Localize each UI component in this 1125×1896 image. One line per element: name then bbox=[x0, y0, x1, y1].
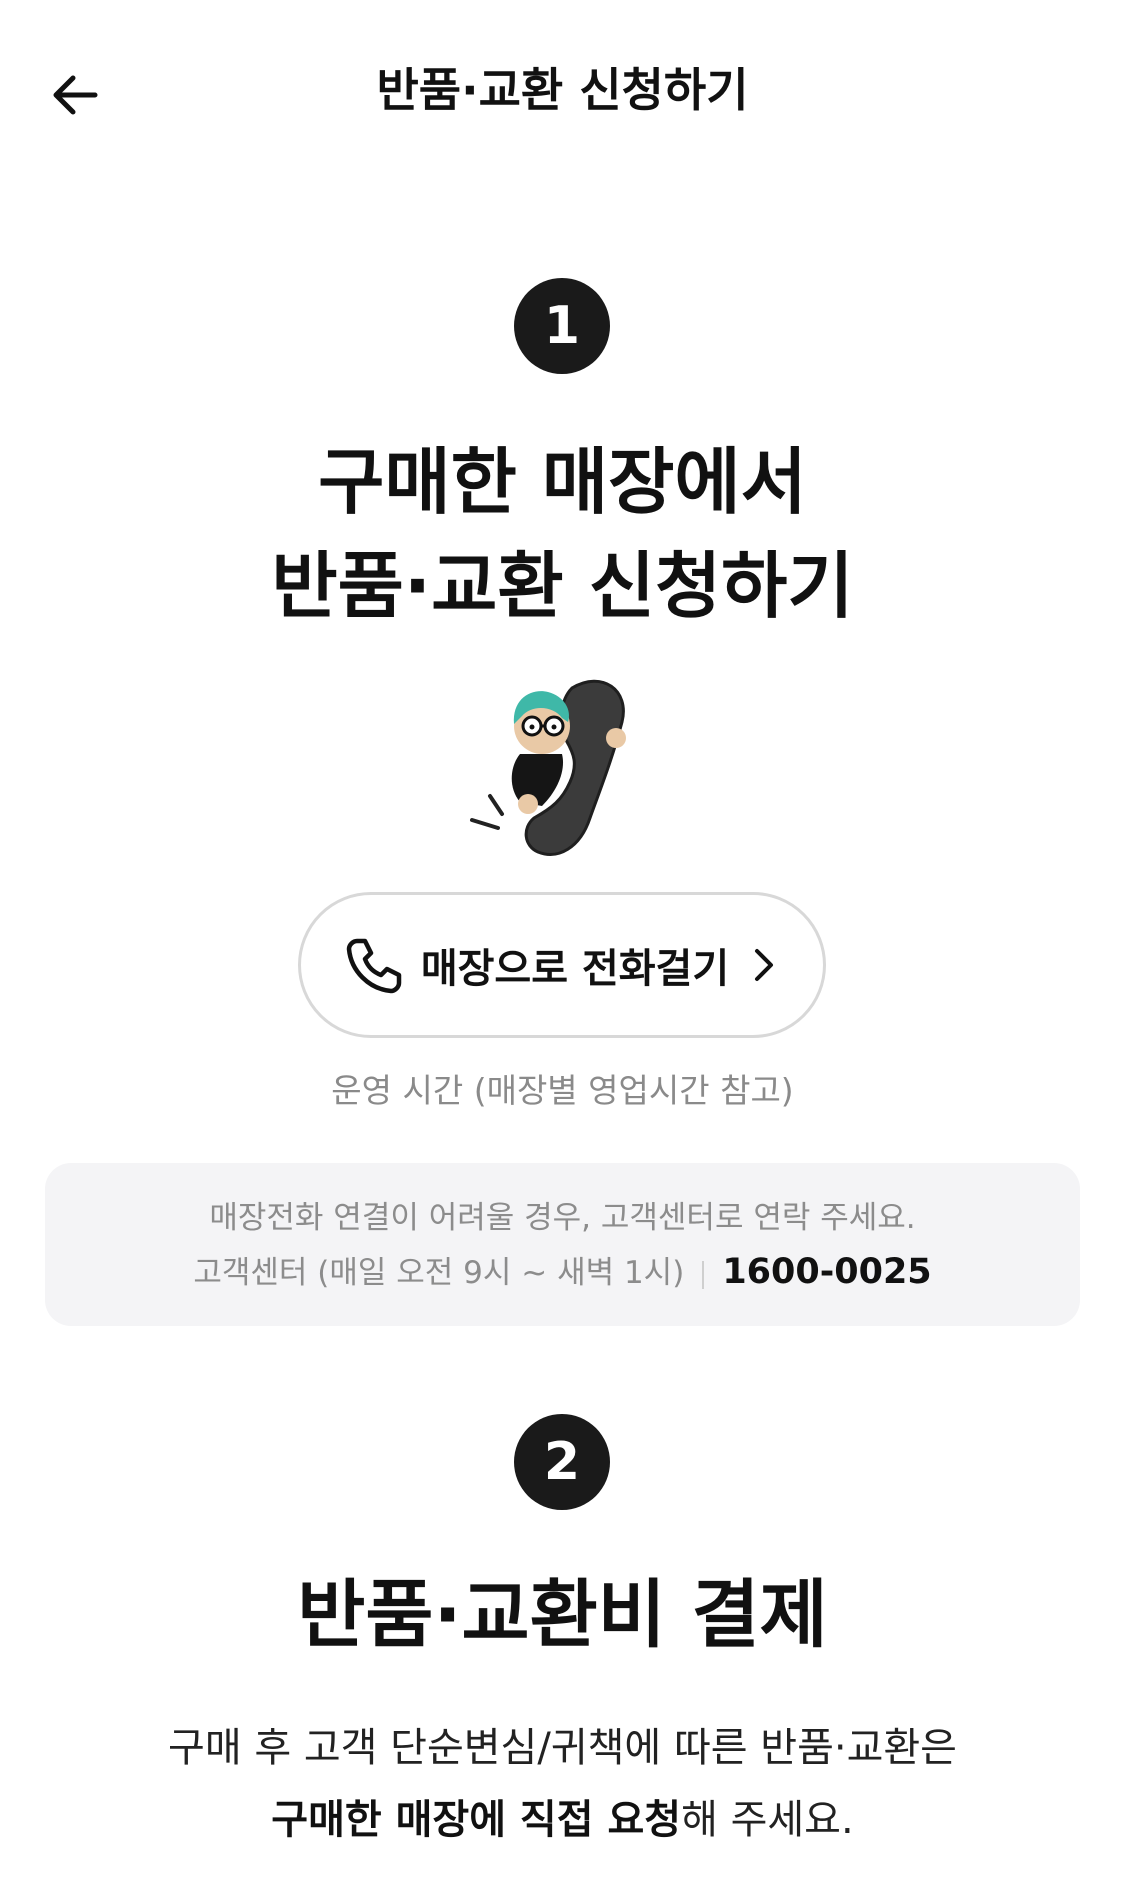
app-header: 반품·교환 신청하기 bbox=[0, 0, 1125, 180]
operating-hours-text: 운영 시간 (매장별 영업시간 참고) bbox=[331, 1071, 794, 1110]
info-line-1: 매장전화 연결이 어려울 경우, 고객센터로 연락 주세요. bbox=[209, 1200, 916, 1236]
call-store-label: 매장으로 전화걸기 bbox=[420, 946, 730, 992]
desc-line2: 구매한 매장에 직접 요청해 주세요. bbox=[0, 1784, 1125, 1856]
divider bbox=[702, 1260, 705, 1289]
step-1-title-line2: 반품·교환 신청하기 bbox=[271, 544, 854, 628]
call-store-button[interactable]: 매장으로 전화걸기 bbox=[298, 892, 826, 1038]
customer-center-phone[interactable]: 1600-0025 bbox=[722, 1252, 931, 1292]
step-2-description: 구매 후 고객 단순변심/귀책에 따른 반품·교환은 구매한 매장에 직접 요청… bbox=[0, 1712, 1125, 1856]
page-title: 반품·교환 신청하기 bbox=[376, 63, 749, 117]
desc-line1: 구매 후 고객 단순변심/귀책에 따른 반품·교환은 bbox=[168, 1725, 957, 1771]
info-line-2: 고객센터 (매일 오전 9시 ~ 새벽 1시) 1600-0025 bbox=[45, 1245, 1080, 1300]
customer-center-hours: 고객센터 (매일 오전 9시 ~ 새벽 1시) bbox=[193, 1255, 685, 1291]
character-illustration bbox=[470, 679, 626, 856]
customer-center-info: 매장전화 연결이 어려울 경우, 고객센터로 연락 주세요. 고객센터 (매일 … bbox=[45, 1163, 1080, 1326]
step-2-badge: 2 bbox=[514, 1414, 610, 1510]
step-2-title: 반품·교환비 결제 bbox=[297, 1572, 828, 1658]
step-1-title: 구매한 매장에서 반품·교환 신청하기 bbox=[0, 430, 1125, 638]
chevron-right-icon bbox=[755, 949, 774, 981]
phone-icon bbox=[346, 938, 402, 994]
desc-emphasis: 구매한 매장에 직접 요청 bbox=[271, 1797, 682, 1843]
step-1-badge: 1 bbox=[514, 278, 610, 374]
step-1-title-line1: 구매한 매장에서 bbox=[318, 440, 807, 524]
desc-line2-rest: 해 주세요. bbox=[681, 1797, 854, 1843]
